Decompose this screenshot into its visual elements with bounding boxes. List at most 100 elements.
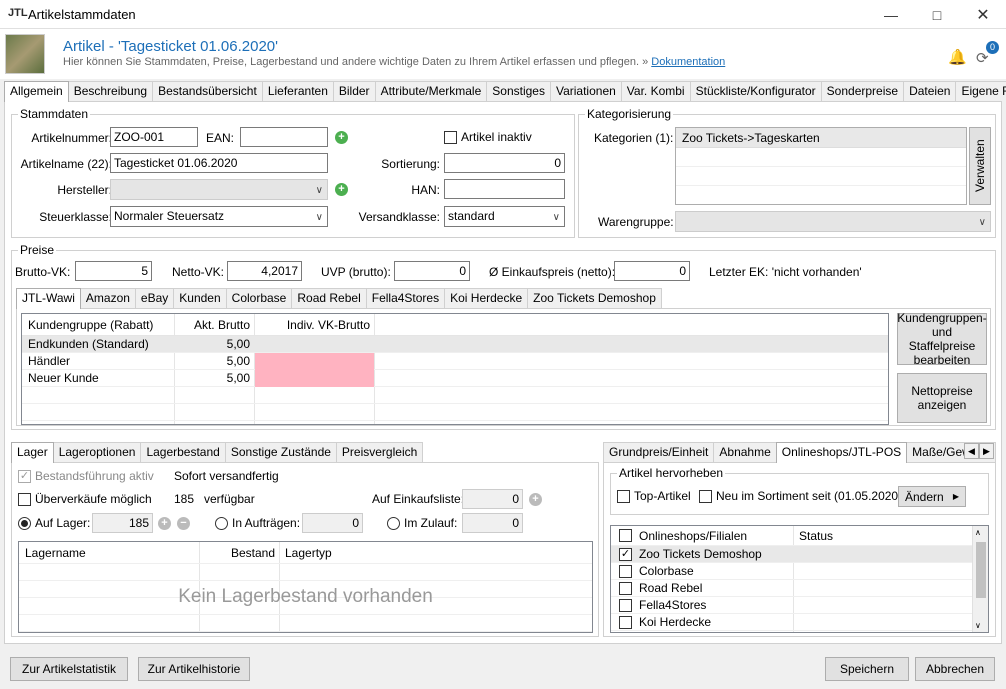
abbrechen-button[interactable]: Abbrechen: [915, 657, 995, 681]
tab-preisvergleich[interactable]: Preisvergleich: [335, 442, 424, 462]
ean-input[interactable]: [240, 127, 328, 147]
bestandsfuehrung-checkbox[interactable]: ✓: [18, 470, 31, 483]
tab-lageroptionen[interactable]: Lageroptionen: [52, 442, 142, 462]
table-row[interactable]: Händler 5,00: [22, 353, 888, 370]
scrollbar[interactable]: ∧ ∨: [972, 526, 988, 632]
tab-beschreibung[interactable]: Beschreibung: [67, 81, 154, 101]
tab-amazon[interactable]: Amazon: [79, 288, 136, 308]
aendern-button[interactable]: Ändern ▶: [898, 486, 966, 507]
tab-dateien[interactable]: Dateien: [903, 81, 957, 101]
tab-sonstiges[interactable]: Sonstiges: [486, 81, 551, 101]
indiv-vk-cell[interactable]: [255, 370, 374, 387]
artname-input[interactable]: Tagesticket 01.06.2020: [110, 153, 328, 173]
tab-sonderpreise[interactable]: Sonderpreise: [820, 81, 905, 101]
list-item[interactable]: ✓ Zoo Tickets Demoshop: [611, 546, 988, 563]
tab-bestands-bersicht[interactable]: Bestandsübersicht: [152, 81, 263, 101]
netto-input[interactable]: 4,2017: [227, 261, 302, 281]
tab-koi-herdecke[interactable]: Koi Herdecke: [444, 288, 529, 308]
artikelstatistik-button[interactable]: Zur Artikelstatistik: [10, 657, 128, 681]
versandklasse-select[interactable]: standard ∨: [444, 206, 565, 227]
table-row[interactable]: Neuer Kunde 5,00: [22, 370, 888, 387]
add-einkaufsliste-icon[interactable]: +: [529, 493, 542, 506]
list-item[interactable]: Zoo Tickets->Tageskarten: [676, 128, 966, 148]
indiv-vk-cell[interactable]: [255, 353, 374, 370]
list-item[interactable]: Fella4Stores: [611, 597, 988, 614]
scroll-up-icon[interactable]: ∧: [975, 528, 981, 537]
artikelhistorie-button[interactable]: Zur Artikelhistorie: [138, 657, 250, 681]
shop-checkbox[interactable]: [619, 599, 632, 612]
table-row[interactable]: Endkunden (Standard) 5,00: [22, 336, 888, 353]
stammdaten-legend: Stammdaten: [18, 107, 91, 121]
tab-colorbase[interactable]: Colorbase: [225, 288, 293, 308]
tab-fella4stores[interactable]: Fella4Stores: [365, 288, 446, 308]
tab-abnahme[interactable]: Abnahme: [713, 442, 777, 462]
scrollbar-thumb[interactable]: [976, 542, 986, 598]
scroll-down-icon[interactable]: ∨: [975, 621, 981, 630]
documentation-link[interactable]: Dokumentation: [651, 56, 725, 68]
tab-jtl-wawi[interactable]: JTL-Wawi: [16, 288, 81, 309]
tab-scroll-left-icon[interactable]: ◀: [964, 443, 979, 459]
warengruppe-select[interactable]: ∨: [675, 211, 991, 232]
in-auftraegen-radio[interactable]: [215, 517, 228, 530]
add-ean-icon[interactable]: +: [335, 131, 348, 144]
notification-badge: 0: [986, 41, 999, 54]
shop-checkbox[interactable]: ✓: [619, 548, 632, 561]
sortierung-label: Sortierung:: [381, 157, 440, 171]
auf-lager-radio[interactable]: [18, 517, 31, 530]
han-input[interactable]: [444, 179, 565, 199]
shop-checkbox[interactable]: [619, 582, 632, 595]
tab-lieferanten[interactable]: Lieferanten: [261, 81, 334, 101]
remove-lager-icon[interactable]: −: [177, 517, 190, 530]
kategorien-label: Kategorien (1):: [594, 131, 674, 145]
list-item[interactable]: Road Rebel: [611, 580, 988, 597]
artikel-inaktiv-checkbox[interactable]: [444, 131, 457, 144]
minimize-button[interactable]: —: [868, 0, 914, 29]
tab-lager[interactable]: Lager: [11, 442, 54, 463]
verwalten-button[interactable]: Verwalten: [969, 127, 991, 205]
shop-checkbox[interactable]: [619, 565, 632, 578]
tab-variationen[interactable]: Variationen: [549, 81, 622, 101]
shop-name: Colorbase: [639, 564, 694, 578]
select-all-checkbox[interactable]: [619, 529, 632, 542]
tab-var-kombi[interactable]: Var. Kombi: [620, 81, 691, 101]
maximize-button[interactable]: □: [914, 0, 960, 29]
tab-sonstige-zust-nde[interactable]: Sonstige Zustände: [224, 442, 337, 462]
tab-st-ckliste-konfigurator[interactable]: Stückliste/Konfigurator: [689, 81, 822, 101]
tab-bilder[interactable]: Bilder: [332, 81, 376, 101]
tab-road-rebel[interactable]: Road Rebel: [291, 288, 367, 308]
im-zulauf-radio[interactable]: [387, 517, 400, 530]
shop-name: Zoo Tickets Demoshop: [639, 547, 762, 561]
staffelpreise-button[interactable]: Kundengruppen- und Staffelpreise bearbei…: [897, 311, 987, 367]
tab-zoo-tickets-demoshop[interactable]: Zoo Tickets Demoshop: [527, 288, 662, 308]
top-artikel-checkbox[interactable]: [617, 490, 630, 503]
sortierung-input[interactable]: 0: [444, 153, 565, 173]
tab-grundpreis-einheit[interactable]: Grundpreis/Einheit: [603, 442, 715, 462]
neu-sortiment-checkbox[interactable]: [699, 490, 712, 503]
im-zulauf-label: Im Zulauf:: [404, 516, 458, 530]
steuerklasse-select[interactable]: Normaler Steuersatz ∨: [110, 206, 328, 227]
shop-checkbox[interactable]: [619, 616, 632, 629]
add-hersteller-icon[interactable]: +: [335, 183, 348, 196]
ek-input[interactable]: 0: [614, 261, 690, 281]
speichern-button[interactable]: Speichern: [825, 657, 909, 681]
nettopreise-button[interactable]: Nettopreise anzeigen: [897, 373, 987, 423]
tab-lagerbestand[interactable]: Lagerbestand: [140, 442, 226, 462]
tab-eigene-felder[interactable]: Eigene Felder: [955, 81, 1006, 101]
kategorien-list[interactable]: Zoo Tickets->Tageskarten: [675, 127, 967, 205]
tab-ebay[interactable]: eBay: [134, 288, 175, 308]
artnr-input[interactable]: ZOO-001: [110, 127, 198, 147]
tab-allgemein[interactable]: Allgemein: [4, 81, 69, 102]
close-button[interactable]: ✕: [960, 0, 1006, 29]
brutto-input[interactable]: 5: [75, 261, 152, 281]
uvp-input[interactable]: 0: [394, 261, 470, 281]
add-lager-icon[interactable]: +: [158, 517, 171, 530]
tab-onlineshops-jtl-pos[interactable]: Onlineshops/JTL-POS: [775, 442, 908, 463]
hersteller-select[interactable]: ∨: [110, 179, 328, 200]
tab-scroll-right-icon[interactable]: ▶: [979, 443, 994, 459]
tab-kunden[interactable]: Kunden: [173, 288, 227, 308]
bell-icon[interactable]: 🔔: [948, 48, 967, 66]
list-item[interactable]: Colorbase: [611, 563, 988, 580]
ueberverkaeufe-checkbox[interactable]: [18, 493, 31, 506]
tab-attribute-merkmale[interactable]: Attribute/Merkmale: [374, 81, 488, 101]
list-item[interactable]: Koi Herdecke: [611, 614, 988, 631]
